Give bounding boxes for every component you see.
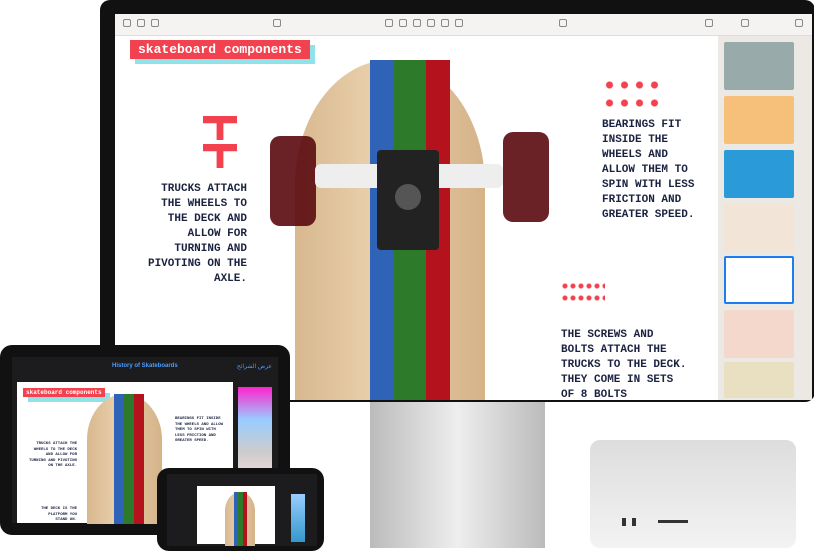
- trucks-caption: TRUCKS ATTACH THE WHEELS TO THE DECK AND…: [147, 183, 247, 285]
- toolbar: [115, 14, 812, 36]
- chart-icon[interactable]: [399, 19, 407, 27]
- iphone-deck: [225, 492, 255, 546]
- animate-icon[interactable]: [741, 19, 749, 27]
- ipad-bearings-caption: BEARINGS FIT INSIDE THE WHEELS AND ALLOW…: [175, 417, 224, 443]
- keynote-window: skateboard components TRUCKS ATTACH THE …: [115, 14, 812, 400]
- table-icon[interactable]: [385, 19, 393, 27]
- bearings-icon: [602, 76, 662, 112]
- format-icon[interactable]: [705, 19, 713, 27]
- right-wheel: [503, 132, 549, 222]
- shape-icon[interactable]: [427, 19, 435, 27]
- slide-thumbnail[interactable]: [724, 310, 794, 358]
- iphone-screen: [167, 474, 317, 546]
- slide-thumbnail[interactable]: [724, 204, 794, 252]
- screws-caption: THE SCREWS AND BOLTS ATTACH THE TRUCKS T…: [561, 329, 687, 400]
- zoom-icon[interactable]: [137, 19, 145, 27]
- iphone: [157, 468, 324, 551]
- slide-navigator: [718, 36, 812, 400]
- ipad-deck: [87, 394, 162, 524]
- slideshow-button[interactable]: عرض الشرائح: [237, 363, 272, 370]
- comment-icon[interactable]: [455, 19, 463, 27]
- iphone-slide-navigator[interactable]: [291, 494, 305, 542]
- screws-icon: [561, 280, 605, 304]
- bearings-caption: BEARINGS FIT INSIDE THE WHEELS AND ALLOW…: [602, 119, 695, 221]
- truck-icon: [203, 144, 237, 168]
- document-icon[interactable]: [795, 19, 803, 27]
- text-icon[interactable]: [413, 19, 421, 27]
- slide-thumbnail[interactable]: [724, 42, 794, 90]
- slide-thumbnail[interactable]: [724, 96, 794, 144]
- kingpin: [395, 184, 421, 210]
- display-stand: [370, 402, 545, 548]
- media-icon[interactable]: [441, 19, 449, 27]
- view-icon[interactable]: [123, 19, 131, 27]
- play-icon[interactable]: [273, 19, 281, 27]
- slide-thumbnail[interactable]: [724, 150, 794, 198]
- ipad-trucks-caption: TRUCKS ATTACH THE WHEELS TO THE DECK AND…: [28, 442, 77, 468]
- iphone-slide: [197, 486, 275, 546]
- ipad-slide-title: skateboard components: [23, 388, 105, 397]
- slide-thumbnail-selected[interactable]: [724, 256, 794, 304]
- add-slide-icon[interactable]: [151, 19, 159, 27]
- ipad-deck-caption: THE DECK IS THE PLATFORM YOU STAND ON.: [40, 507, 77, 522]
- collaborate-icon[interactable]: [559, 19, 567, 27]
- truck-icon: [203, 116, 237, 140]
- document-title: History of Skateboards: [112, 363, 178, 369]
- mac-studio: [590, 440, 796, 548]
- slide-title: skateboard components: [130, 40, 310, 59]
- slide-thumbnail[interactable]: [724, 362, 794, 398]
- left-wheel: [270, 136, 316, 226]
